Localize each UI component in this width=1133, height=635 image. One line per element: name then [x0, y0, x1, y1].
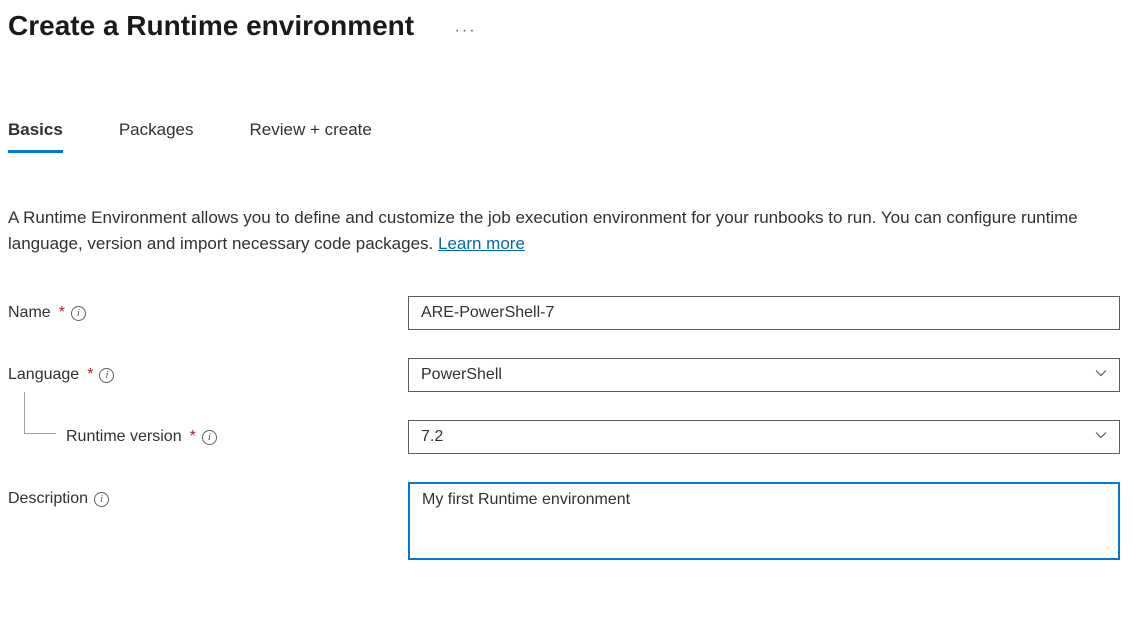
language-label: Language * i — [8, 366, 408, 384]
tabs: Basics Packages Review + create — [8, 120, 1125, 153]
info-icon[interactable]: i — [99, 368, 114, 383]
runtime-version-label: Runtime version * i — [8, 428, 408, 446]
name-label: Name * i — [8, 304, 408, 322]
name-input[interactable] — [408, 296, 1120, 330]
description-label: Description i — [8, 482, 408, 508]
required-indicator: * — [87, 366, 93, 384]
runtime-version-select[interactable]: 7.2 — [408, 420, 1120, 454]
learn-more-link[interactable]: Learn more — [438, 234, 525, 253]
description-textarea[interactable] — [408, 482, 1120, 560]
required-indicator: * — [190, 428, 196, 446]
info-icon[interactable]: i — [71, 306, 86, 321]
tab-review-create[interactable]: Review + create — [250, 120, 372, 153]
more-actions-button[interactable]: ··· — [455, 22, 477, 40]
page-title: Create a Runtime environment — [8, 10, 414, 42]
intro-text: A Runtime Environment allows you to defi… — [8, 205, 1108, 256]
required-indicator: * — [59, 304, 65, 322]
tab-basics[interactable]: Basics — [8, 120, 63, 153]
info-icon[interactable]: i — [94, 492, 109, 507]
info-icon[interactable]: i — [202, 430, 217, 445]
language-select[interactable]: PowerShell — [408, 358, 1120, 392]
indent-line — [24, 392, 56, 434]
tab-packages[interactable]: Packages — [119, 120, 194, 153]
